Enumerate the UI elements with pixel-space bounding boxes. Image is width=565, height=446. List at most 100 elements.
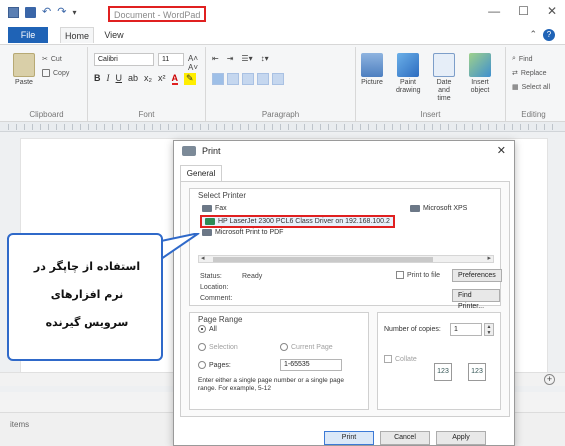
page-range-hint: Enter either a single page number or a s… bbox=[198, 377, 344, 392]
tab-home[interactable]: Home bbox=[60, 27, 94, 43]
ribbon-tabs: File Home View ⌃ ? bbox=[0, 26, 565, 44]
decrease-indent-icon[interactable]: ⇤ bbox=[212, 54, 219, 63]
pages-input[interactable]: 1-65535 bbox=[280, 359, 342, 371]
scroll-thumb[interactable] bbox=[213, 257, 433, 262]
italic-icon[interactable]: I bbox=[107, 73, 110, 85]
paste-icon bbox=[13, 53, 35, 77]
checkbox[interactable] bbox=[384, 355, 392, 363]
subscript-icon[interactable]: x₂ bbox=[144, 73, 152, 85]
window-controls: — ☐ ✕ bbox=[488, 4, 557, 18]
printer-item-xps[interactable]: Microsoft XPS bbox=[410, 205, 467, 212]
align-center-icon[interactable] bbox=[227, 73, 239, 85]
maximize-button[interactable]: ☐ bbox=[518, 4, 529, 18]
status-value: Ready bbox=[242, 273, 263, 280]
close-window-button[interactable]: ✕ bbox=[547, 4, 557, 18]
copy-icon bbox=[42, 69, 50, 77]
title-bar: ↶ ↷ ▾ Document - WordPad — ☐ ✕ bbox=[0, 0, 565, 26]
highlight-icon[interactable]: ✎ bbox=[184, 73, 196, 85]
superscript-icon[interactable]: x² bbox=[158, 73, 166, 85]
copies-group: Number of copies: 1 ▲ ▼ Collate 123 123 bbox=[377, 312, 501, 410]
tab-general[interactable]: General bbox=[180, 165, 222, 181]
dialog-title-bar: Print bbox=[182, 146, 221, 156]
customize-chevron-icon[interactable]: ▾ bbox=[72, 8, 76, 17]
replace-button[interactable]: ⇄ Replace bbox=[512, 69, 547, 78]
picture-icon bbox=[361, 53, 383, 77]
range-all-radio[interactable]: All bbox=[198, 325, 217, 333]
justify-icon[interactable] bbox=[257, 73, 269, 85]
cancel-button[interactable]: Cancel bbox=[380, 431, 430, 445]
bold-icon[interactable]: B bbox=[94, 73, 101, 85]
group-editing: ⌕ Find ⇄ Replace ▦ Select all Editing bbox=[506, 47, 561, 121]
zoom-in-icon[interactable]: + bbox=[544, 374, 555, 385]
print-to-file-checkbox[interactable]: Print to file bbox=[396, 271, 440, 279]
save-icon[interactable] bbox=[25, 7, 36, 18]
window-title: Document - WordPad bbox=[108, 6, 207, 22]
apply-button[interactable]: Apply bbox=[436, 431, 486, 445]
undo-icon[interactable]: ↶ bbox=[42, 7, 51, 18]
tab-file[interactable]: File bbox=[8, 27, 48, 43]
line-spacing-icon[interactable]: ↕▾ bbox=[261, 54, 269, 63]
cut-button[interactable]: ✂ Cut bbox=[42, 55, 62, 64]
align-right-icon[interactable] bbox=[242, 73, 254, 85]
printer-list-scrollbar[interactable]: ◂ ▸ bbox=[198, 255, 494, 263]
align-left-icon[interactable] bbox=[212, 73, 224, 85]
collapse-ribbon-icon[interactable]: ⌃ bbox=[529, 29, 537, 40]
range-pages-radio[interactable]: Pages: bbox=[198, 361, 231, 369]
collate-stack-icon: 123 bbox=[434, 363, 452, 381]
radio-selected[interactable] bbox=[198, 325, 206, 333]
preferences-button[interactable]: Preferences bbox=[452, 269, 502, 282]
range-current-page-radio[interactable]: Current Page bbox=[280, 343, 333, 351]
dialog-body: Select Printer Fax HP LaserJet 2300 PCL6… bbox=[180, 181, 510, 417]
copies-spinner[interactable]: ▲ ▼ bbox=[484, 323, 494, 336]
ruler[interactable] bbox=[0, 122, 565, 132]
picture-button[interactable]: Picture bbox=[360, 53, 384, 87]
copies-input[interactable]: 1 bbox=[450, 323, 482, 336]
printer-icon bbox=[182, 146, 196, 156]
underline-icon[interactable]: U bbox=[116, 73, 123, 85]
paste-button[interactable]: Paste bbox=[12, 53, 36, 87]
paragraph-settings-icon[interactable] bbox=[272, 73, 284, 85]
group-font: Calibri 11 A˄ A˅ B I U ab x₂ x² A ✎ Font bbox=[88, 47, 206, 121]
radio[interactable] bbox=[198, 361, 206, 369]
group-paragraph: ⇤ ⇥ ☰▾ ↕▾ Paragraph bbox=[206, 47, 356, 121]
checkbox[interactable] bbox=[396, 271, 404, 279]
printer-item-pdf[interactable]: Microsoft Print to PDF bbox=[202, 229, 283, 236]
find-printer-button[interactable]: Find Printer... bbox=[452, 289, 500, 310]
scroll-right-icon[interactable]: ▸ bbox=[487, 254, 491, 262]
scissors-icon: ✂ bbox=[42, 56, 48, 63]
date-time-button[interactable]: Date and time bbox=[432, 53, 456, 103]
paint-drawing-button[interactable]: Paint drawing bbox=[396, 53, 421, 95]
printer-item-hp-laserjet[interactable]: HP LaserJet 2300 PCL6 Class Driver on 19… bbox=[200, 215, 395, 228]
redo-icon[interactable]: ↷ bbox=[57, 7, 66, 18]
help-icon[interactable]: ? bbox=[543, 29, 555, 41]
font-color-icon[interactable]: A bbox=[171, 73, 179, 85]
minimize-button[interactable]: — bbox=[488, 4, 500, 18]
collate-checkbox[interactable]: Collate bbox=[384, 355, 417, 363]
radio[interactable] bbox=[198, 343, 206, 351]
network-printer-icon bbox=[205, 218, 215, 225]
wordpad-app-icon[interactable] bbox=[8, 7, 19, 18]
printer-item-fax[interactable]: Fax bbox=[202, 205, 227, 212]
status-text: items bbox=[10, 420, 30, 429]
printer-icon bbox=[410, 205, 420, 212]
select-all-button[interactable]: ▦ Select all bbox=[512, 83, 550, 92]
list-icon[interactable]: ☰▾ bbox=[241, 54, 252, 63]
scroll-left-icon[interactable]: ◂ bbox=[201, 254, 205, 262]
font-size-select[interactable]: 11 bbox=[158, 53, 184, 66]
strikethrough-icon[interactable]: ab bbox=[128, 73, 138, 85]
range-selection-radio[interactable]: Selection bbox=[198, 343, 238, 351]
group-clipboard: Paste ✂ Cut Copy Clipboard bbox=[6, 47, 88, 121]
font-family-select[interactable]: Calibri bbox=[94, 53, 154, 66]
tab-view[interactable]: View bbox=[100, 27, 128, 43]
print-button[interactable]: Print bbox=[324, 431, 374, 445]
increase-indent-icon[interactable]: ⇥ bbox=[227, 54, 234, 63]
printer-icon bbox=[202, 229, 212, 236]
callout-pointer bbox=[161, 233, 200, 261]
print-dialog: Print ✕ General Select Printer Fax HP La… bbox=[173, 140, 515, 446]
insert-object-button[interactable]: Insert object bbox=[468, 53, 492, 95]
copy-button[interactable]: Copy bbox=[42, 69, 69, 77]
dialog-close-button[interactable]: ✕ bbox=[497, 144, 506, 157]
radio[interactable] bbox=[280, 343, 288, 351]
grow-shrink-font-icon[interactable]: A˄ A˅ bbox=[188, 54, 205, 72]
find-button[interactable]: ⌕ Find bbox=[512, 55, 533, 63]
